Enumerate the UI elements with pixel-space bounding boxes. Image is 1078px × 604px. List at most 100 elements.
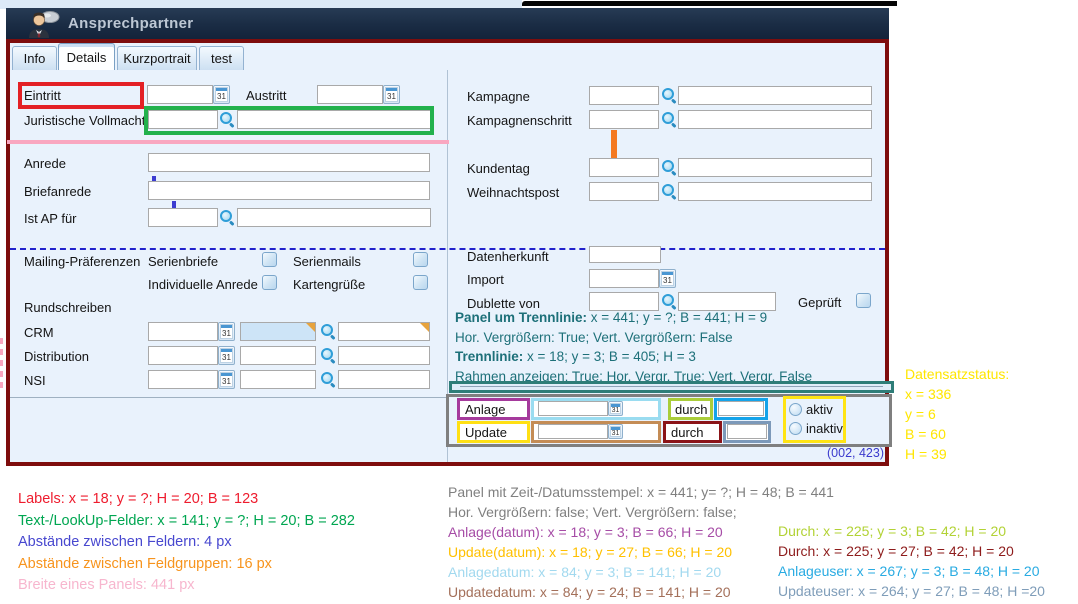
serienbriefe-checkbox[interactable] — [262, 252, 277, 267]
kampagne-lookup-icon[interactable] — [661, 87, 677, 103]
crm-text-field[interactable] — [338, 322, 430, 341]
kampagnenschritt-lookup-field[interactable] — [589, 110, 659, 129]
serienmails-label: Serienmails — [293, 254, 361, 269]
ist-ap-fuer-lookup-icon[interactable] — [219, 209, 235, 225]
annotation-line: Anlageuser: x = 267; y = 3; B = 48; H = … — [778, 561, 1045, 581]
durch-update-label: durch — [671, 425, 704, 440]
annotation-line: Durch: x = 225; y = 3; B = 42; H = 20 — [778, 521, 1045, 541]
weihnachtspost-lookup-icon[interactable] — [661, 183, 677, 199]
briefanrede-label: Briefanrede — [24, 184, 91, 199]
annotation-rest: x = 441; y = ?; B = 441; H = 9 — [587, 310, 767, 325]
kundentag-label: Kundentag — [467, 161, 530, 176]
anlagedatum-field[interactable] — [538, 401, 608, 416]
kundentag-lookup-icon[interactable] — [661, 159, 677, 175]
austritt-calendar-button[interactable]: 31 — [383, 85, 400, 104]
calendar-bar — [662, 272, 673, 275]
updateuser-field[interactable] — [727, 424, 767, 439]
eintritt-calendar-button[interactable]: 31 — [213, 85, 230, 104]
update-calendar-button[interactable]: 31 — [608, 424, 623, 439]
anrede-field[interactable] — [148, 153, 430, 172]
calendar-31: 31 — [609, 429, 622, 438]
annotation-line: Trennlinie: x = 18; y = 3; B = 405; H = … — [455, 347, 812, 367]
inaktiv-radio[interactable] — [789, 422, 802, 435]
distribution-label: Distribution — [24, 349, 89, 364]
geprueft-checkbox[interactable] — [856, 293, 871, 308]
updatedatum-field[interactable] — [538, 424, 608, 439]
tab-details[interactable]: Details — [58, 43, 115, 70]
kundentag-lookup-field[interactable] — [589, 158, 659, 177]
annotation-bold: Panel um Trennlinie: — [455, 310, 587, 325]
kartengruesse-checkbox[interactable] — [413, 275, 428, 290]
import-date-field[interactable] — [589, 269, 659, 288]
distribution-calendar-button[interactable]: 31 — [218, 346, 235, 365]
kampagne-text-field[interactable] — [678, 86, 872, 105]
import-calendar-button[interactable]: 31 — [659, 269, 676, 288]
anrede-label: Anrede — [24, 156, 66, 171]
tab-kurzportrait[interactable]: Kurzportrait — [117, 46, 197, 70]
tab-info[interactable]: Info — [12, 46, 57, 70]
weihnachtspost-lookup-field[interactable] — [589, 182, 659, 201]
distribution-date-field[interactable] — [148, 346, 218, 365]
kampagnenschritt-text-field[interactable] — [678, 110, 872, 129]
datenherkunft-field[interactable] — [589, 246, 661, 263]
datenherkunft-label: Datenherkunft — [467, 249, 549, 264]
kampagnenschritt-lookup-icon[interactable] — [661, 111, 677, 127]
calendar-bar — [386, 88, 397, 91]
tab-test[interactable]: test — [199, 46, 244, 70]
serienmails-checkbox[interactable] — [413, 252, 428, 267]
individuelle-anrede-checkbox[interactable] — [262, 275, 277, 290]
calendar-31: 31 — [384, 92, 399, 101]
distribution-lookup-field[interactable] — [240, 346, 316, 365]
distribution-lookup-icon[interactable] — [320, 347, 336, 363]
annotation-line: Labels: x = 18; y = ?; H = 20; B = 123 — [18, 489, 355, 511]
pink-divider-line — [7, 140, 449, 144]
anlageuser-field[interactable] — [718, 401, 764, 416]
ist-ap-fuer-label: Ist AP für — [24, 211, 77, 226]
annotation-line: Hor. Vergrößern: false; Vert. Vergrößern… — [448, 502, 834, 522]
annotation-line: Updateuser: x = 264; y = 27; B = 48; H =… — [778, 581, 1045, 601]
tab-details-label: Details — [67, 50, 107, 65]
annotation-line: Updatedatum: x = 84; y = 24; B = 141; H … — [448, 582, 834, 602]
anlage-calendar-button[interactable]: 31 — [608, 401, 623, 416]
annotation-line: Durch: x = 225; y = 27; B = 42; H = 20 — [778, 541, 1045, 561]
import-label: Import — [467, 272, 504, 287]
tab-kurzportrait-label: Kurzportrait — [123, 51, 190, 66]
weihnachtspost-text-field[interactable] — [678, 182, 872, 201]
separator-panel-box — [449, 381, 894, 393]
kundentag-text-field[interactable] — [678, 158, 872, 177]
nsi-lookup-icon[interactable] — [320, 371, 336, 387]
ist-ap-fuer-text-field[interactable] — [237, 208, 431, 227]
nsi-date-field[interactable] — [148, 370, 218, 389]
austritt-label: Austritt — [246, 88, 286, 103]
crm-lookup-field[interactable] — [240, 322, 316, 341]
rundschreiben-label: Rundschreiben — [24, 300, 111, 315]
eintritt-date-field[interactable] — [147, 85, 213, 104]
ist-ap-fuer-lookup-field[interactable] — [148, 208, 218, 227]
crm-calendar-button[interactable]: 31 — [218, 322, 235, 341]
kampagne-lookup-field[interactable] — [589, 86, 659, 105]
annotation-line: Panel um Trennlinie: x = 441; y = ?; B =… — [455, 308, 812, 328]
crm-lookup-icon[interactable] — [320, 323, 336, 339]
inaktiv-label: inaktiv — [806, 421, 843, 436]
dublette-lookup-icon[interactable] — [661, 293, 677, 309]
nsi-text-field[interactable] — [338, 370, 430, 389]
distribution-text-field[interactable] — [338, 346, 430, 365]
annotation-line: Abstände zwischen Feldgruppen: 16 px — [18, 554, 355, 576]
calendar-31: 31 — [219, 329, 234, 338]
bottom-right-annotations: Durch: x = 225; y = 3; B = 42; H = 20Dur… — [778, 521, 1045, 601]
aktiv-radio[interactable] — [789, 403, 802, 416]
calendar-bar — [216, 88, 227, 91]
tab-info-label: Info — [24, 51, 46, 66]
calendar-bar — [221, 349, 232, 352]
annotation-line: Breite eines Panels: 441 px — [18, 575, 355, 597]
briefanrede-field[interactable] — [148, 181, 430, 200]
austritt-date-field[interactable] — [317, 85, 383, 104]
nsi-lookup-field[interactable] — [240, 370, 316, 389]
contact-person-icon — [28, 10, 60, 38]
datensatzstatus-box: aktiv inaktiv — [783, 396, 846, 443]
annotation-rest: x = 18; y = 3; B = 405; H = 3 — [523, 349, 696, 364]
dialog-title-bar[interactable]: Ansprechpartner — [6, 8, 889, 39]
separator-line — [460, 386, 883, 387]
nsi-calendar-button[interactable]: 31 — [218, 370, 235, 389]
crm-date-field[interactable] — [148, 322, 218, 341]
